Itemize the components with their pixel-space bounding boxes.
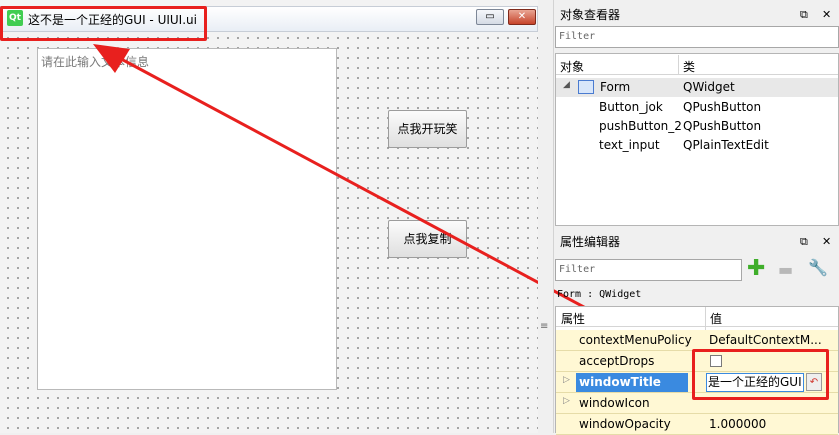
- joke-button[interactable]: 点我开玩笑: [388, 110, 467, 148]
- property-name: windowIcon: [579, 396, 650, 410]
- expand-arrow-icon[interactable]: ▷: [563, 396, 570, 406]
- property-name: acceptDrops: [579, 354, 655, 368]
- expand-arrow-icon[interactable]: ▷: [563, 375, 570, 385]
- col-value-header: 值: [710, 312, 723, 326]
- title-highlight-box: [0, 6, 207, 41]
- text-input-placeholder: 请在此输入文本信息: [41, 55, 150, 69]
- text-input-editor[interactable]: [37, 48, 337, 390]
- col-property-header: 属性: [561, 312, 586, 326]
- property-name: windowOpacity: [579, 417, 671, 431]
- expand-arrow-icon[interactable]: ◢: [563, 80, 570, 90]
- float-icon[interactable]: ⧉: [800, 232, 808, 252]
- tree-object-class: QPushButton: [683, 100, 762, 114]
- tree-object-class: QWidget: [683, 80, 735, 94]
- property-name: contextMenuPolicy: [579, 333, 692, 347]
- object-tree-header: [556, 55, 838, 75]
- value-highlight-box: [692, 349, 829, 400]
- float-icon[interactable]: ⧉: [800, 5, 808, 25]
- tree-object-name: Form: [600, 80, 631, 94]
- tree-object-name[interactable]: text_input: [599, 136, 660, 155]
- splitter[interactable]: [538, 0, 554, 433]
- add-property-icon[interactable]: ✚: [747, 257, 765, 281]
- property-editor-title: 属性编辑器: [560, 235, 621, 249]
- header-divider: [678, 55, 679, 75]
- tree-object-class: QPushButton: [683, 119, 762, 133]
- property-table-header: [556, 307, 838, 327]
- wrench-icon[interactable]: 🔧: [808, 258, 828, 278]
- tree-object-name[interactable]: Button_jok: [599, 98, 663, 117]
- col-class-header: 类: [683, 60, 696, 74]
- close-icon[interactable]: ✕: [822, 5, 831, 25]
- object-inspector-title: 对象查看器: [560, 8, 621, 22]
- close-icon[interactable]: ✕: [822, 232, 831, 252]
- remove-property-icon[interactable]: ▬: [778, 262, 793, 278]
- property-context: Form : QWidget: [557, 289, 642, 300]
- tree-object-name[interactable]: pushButton_2: [599, 117, 682, 136]
- property-name: windowTitle: [576, 373, 688, 392]
- property-value[interactable]: 1.000000: [709, 415, 766, 434]
- splitter-grip-icon[interactable]: ≡: [540, 321, 548, 332]
- close-button[interactable]: ✕: [508, 9, 536, 25]
- object-filter-input[interactable]: Filter: [555, 26, 839, 48]
- col-object-header: 对象: [560, 60, 585, 74]
- tree-object-class: QPlainTextEdit: [683, 138, 769, 152]
- copy-button[interactable]: 点我复制: [388, 220, 467, 258]
- property-value[interactable]: DefaultContextM...: [709, 331, 822, 350]
- property-filter-input[interactable]: Filter: [555, 259, 742, 281]
- minimize-button[interactable]: ▭: [476, 9, 504, 25]
- form-widget-icon: [578, 80, 594, 94]
